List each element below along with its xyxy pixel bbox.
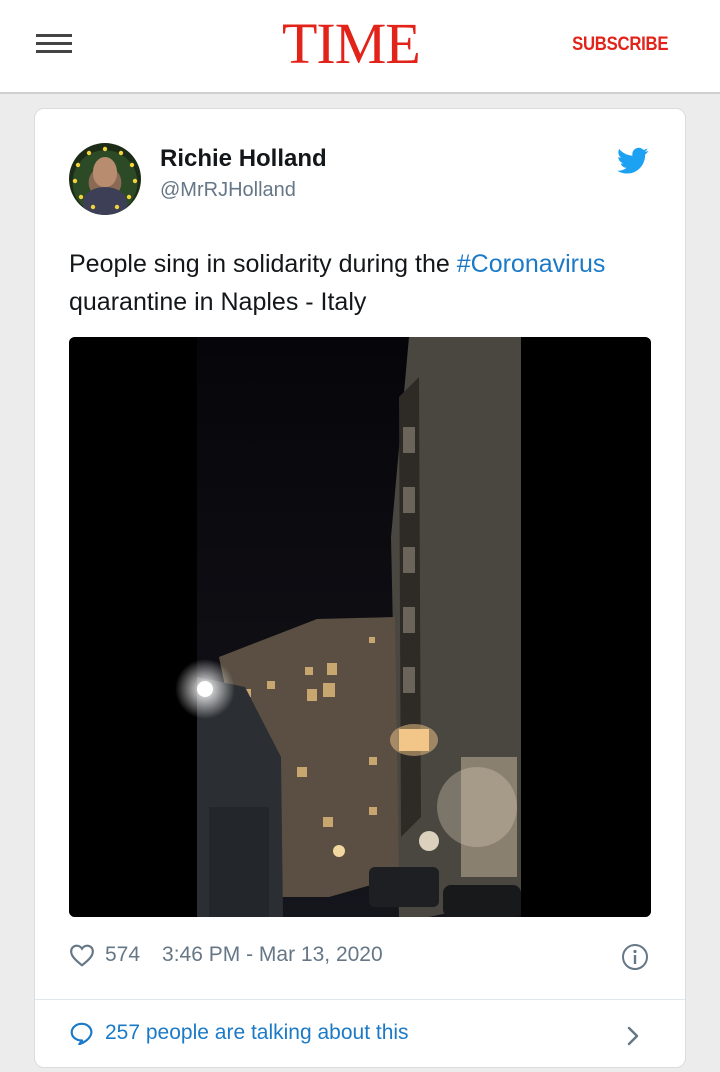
speech-bubble-icon: [70, 1022, 93, 1045]
site-header: TIME SUBSCRIBE: [0, 0, 720, 94]
heart-icon[interactable]: [69, 943, 95, 967]
card-divider: [35, 999, 685, 1000]
tweet-text-end: quarantine in Naples - Italy: [69, 288, 367, 316]
subscribe-button[interactable]: SUBSCRIBE: [572, 34, 668, 56]
hamburger-menu-icon[interactable]: [36, 30, 72, 58]
author-name[interactable]: Richie Holland: [160, 145, 327, 173]
hashtag-link[interactable]: #Coronavirus: [457, 250, 606, 278]
tweet-text: People sing in solidarity during the #Co…: [69, 245, 649, 321]
info-icon[interactable]: [621, 943, 649, 971]
author-handle[interactable]: @MrRJHolland: [160, 179, 296, 202]
tweet-text-start: People sing in solidarity during the: [69, 250, 457, 278]
chevron-right-icon[interactable]: [625, 1024, 641, 1048]
conversation-label: 257 people are talking about this: [105, 1021, 409, 1044]
video-frame: [69, 337, 651, 917]
conversation-link[interactable]: 257 people are talking about this: [69, 1021, 409, 1045]
twitter-bird-icon[interactable]: [617, 147, 649, 175]
like-count[interactable]: 574: [105, 943, 140, 967]
time-logo[interactable]: TIME: [282, 12, 421, 76]
tweet-timestamp[interactable]: 3:46 PM - Mar 13, 2020: [162, 943, 383, 967]
tweet-video[interactable]: [69, 337, 651, 917]
page: TIME SUBSCRIBE Richie Holland @MrRJHolla…: [0, 0, 720, 1072]
tweet-meta: 574 3:46 PM - Mar 13, 2020: [69, 943, 383, 967]
embedded-tweet-card: Richie Holland @MrRJHolland People sing …: [34, 108, 686, 1068]
avatar[interactable]: [69, 143, 141, 215]
